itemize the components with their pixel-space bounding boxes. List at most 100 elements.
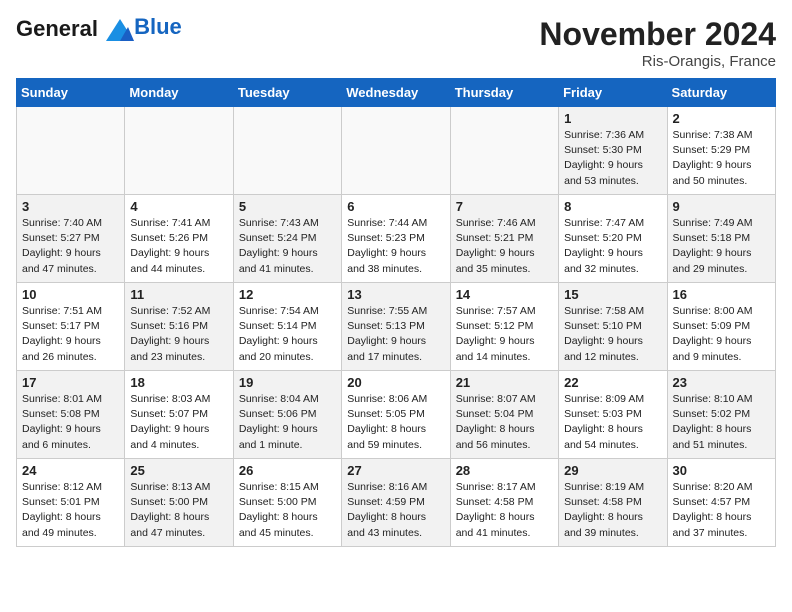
day-number: 14 — [456, 287, 553, 302]
day-number: 5 — [239, 199, 336, 214]
logo-icon — [106, 19, 134, 41]
calendar-cell: 16 Sunrise: 8:00 AM Sunset: 5:09 PM Dayli… — [667, 283, 775, 371]
day-number: 2 — [673, 111, 770, 126]
calendar-cell: 20 Sunrise: 8:06 AM Sunset: 5:05 PM Dayli… — [342, 371, 450, 459]
calendar-cell: 29Sunrise: 8:19 AM Sunset: 4:58 PM Dayli… — [559, 459, 667, 547]
day-number: 24 — [22, 463, 119, 478]
calendar-cell: 5 Sunrise: 7:43 AM Sunset: 5:24 PM Daylig… — [233, 195, 341, 283]
calendar-cell: 14 Sunrise: 7:57 AM Sunset: 5:12 PM Dayli… — [450, 283, 558, 371]
day-info: Sunrise: 7:47 AM Sunset: 5:20 PM Dayligh… — [564, 216, 661, 277]
location: Ris-Orangis, France — [539, 53, 776, 70]
calendar-cell: 9 Sunrise: 7:49 AM Sunset: 5:18 PM Daylig… — [667, 195, 775, 283]
title-block: November 2024 Ris-Orangis, France — [539, 16, 776, 70]
calendar-cell: 23 Sunrise: 8:10 AM Sunset: 5:02 PM Dayli… — [667, 371, 775, 459]
day-info: Sunrise: 8:17 AM Sunset: 4:58 PM Dayligh… — [456, 480, 553, 541]
day-number: 20 — [347, 375, 444, 390]
calendar-cell: 8 Sunrise: 7:47 AM Sunset: 5:20 PM Daylig… — [559, 195, 667, 283]
day-info: Sunrise: 8:03 AM Sunset: 5:07 PM Dayligh… — [130, 392, 227, 453]
day-number: 4 — [130, 199, 227, 214]
weekday-header-friday: Friday — [559, 79, 667, 107]
calendar-cell — [342, 107, 450, 195]
day-info: Sunrise: 8:04 AM Sunset: 5:06 PM Dayligh… — [239, 392, 336, 453]
day-number: 10 — [22, 287, 119, 302]
calendar-cell: 27 Sunrise: 8:16 AM Sunset: 4:59 PM Dayli… — [342, 459, 450, 547]
day-number: 9 — [673, 199, 770, 214]
day-info: Sunrise: 8:19 AM Sunset: 4:58 PM Dayligh… — [564, 480, 661, 541]
calendar-cell: 2Sunrise: 7:38 AM Sunset: 5:29 PM Daylig… — [667, 107, 775, 195]
day-info: Sunrise: 8:00 AM Sunset: 5:09 PM Dayligh… — [673, 304, 770, 365]
day-number: 1 — [564, 111, 661, 126]
day-number: 3 — [22, 199, 119, 214]
calendar-cell: 18Sunrise: 8:03 AM Sunset: 5:07 PM Dayli… — [125, 371, 233, 459]
day-info: Sunrise: 7:49 AM Sunset: 5:18 PM Dayligh… — [673, 216, 770, 277]
weekday-header-monday: Monday — [125, 79, 233, 107]
calendar-cell: 12Sunrise: 7:54 AM Sunset: 5:14 PM Dayli… — [233, 283, 341, 371]
day-number: 17 — [22, 375, 119, 390]
day-number: 8 — [564, 199, 661, 214]
calendar-cell: 17 Sunrise: 8:01 AM Sunset: 5:08 PM Dayli… — [17, 371, 125, 459]
calendar-cell: 22 Sunrise: 8:09 AM Sunset: 5:03 PM Dayli… — [559, 371, 667, 459]
calendar-cell: 13 Sunrise: 7:55 AM Sunset: 5:13 PM Dayli… — [342, 283, 450, 371]
calendar-cell — [450, 107, 558, 195]
calendar-cell — [233, 107, 341, 195]
day-number: 23 — [673, 375, 770, 390]
calendar-cell: 24 Sunrise: 8:12 AM Sunset: 5:01 PM Dayli… — [17, 459, 125, 547]
weekday-header-tuesday: Tuesday — [233, 79, 341, 107]
day-number: 11 — [130, 287, 227, 302]
day-info: Sunrise: 8:09 AM Sunset: 5:03 PM Dayligh… — [564, 392, 661, 453]
day-number: 22 — [564, 375, 661, 390]
calendar-cell: 19 Sunrise: 8:04 AM Sunset: 5:06 PM Dayli… — [233, 371, 341, 459]
day-info: Sunrise: 8:10 AM Sunset: 5:02 PM Dayligh… — [673, 392, 770, 453]
day-number: 19 — [239, 375, 336, 390]
day-info: Sunrise: 8:12 AM Sunset: 5:01 PM Dayligh… — [22, 480, 119, 541]
day-info: Sunrise: 7:41 AM Sunset: 5:26 PM Dayligh… — [130, 216, 227, 277]
day-number: 30 — [673, 463, 770, 478]
day-info: Sunrise: 7:51 AM Sunset: 5:17 PM Dayligh… — [22, 304, 119, 365]
day-number: 16 — [673, 287, 770, 302]
day-info: Sunrise: 7:58 AM Sunset: 5:10 PM Dayligh… — [564, 304, 661, 365]
day-number: 21 — [456, 375, 553, 390]
day-number: 25 — [130, 463, 227, 478]
day-info: Sunrise: 8:20 AM Sunset: 4:57 PM Dayligh… — [673, 480, 770, 541]
logo: General Blue — [16, 16, 182, 41]
weekday-header-row: SundayMondayTuesdayWednesdayThursdayFrid… — [17, 79, 776, 107]
day-info: Sunrise: 8:01 AM Sunset: 5:08 PM Dayligh… — [22, 392, 119, 453]
day-number: 12 — [239, 287, 336, 302]
calendar-week-row: 10 Sunrise: 7:51 AM Sunset: 5:17 PM Dayli… — [17, 283, 776, 371]
day-info: Sunrise: 7:36 AM Sunset: 5:30 PM Dayligh… — [564, 128, 661, 189]
day-info: Sunrise: 7:44 AM Sunset: 5:23 PM Dayligh… — [347, 216, 444, 277]
calendar-cell: 26 Sunrise: 8:15 AM Sunset: 5:00 PM Dayli… — [233, 459, 341, 547]
calendar-cell: 7Sunrise: 7:46 AM Sunset: 5:21 PM Daylig… — [450, 195, 558, 283]
day-number: 13 — [347, 287, 444, 302]
calendar-cell: 28 Sunrise: 8:17 AM Sunset: 4:58 PM Dayli… — [450, 459, 558, 547]
weekday-header-saturday: Saturday — [667, 79, 775, 107]
calendar-cell: 15 Sunrise: 7:58 AM Sunset: 5:10 PM Dayli… — [559, 283, 667, 371]
day-info: Sunrise: 7:57 AM Sunset: 5:12 PM Dayligh… — [456, 304, 553, 365]
calendar-cell: 1 Sunrise: 7:36 AM Sunset: 5:30 PM Daylig… — [559, 107, 667, 195]
calendar-cell: 10 Sunrise: 7:51 AM Sunset: 5:17 PM Dayli… — [17, 283, 125, 371]
day-info: Sunrise: 8:16 AM Sunset: 4:59 PM Dayligh… — [347, 480, 444, 541]
day-info: Sunrise: 7:46 AM Sunset: 5:21 PM Dayligh… — [456, 216, 553, 277]
calendar-week-row: 24 Sunrise: 8:12 AM Sunset: 5:01 PM Dayli… — [17, 459, 776, 547]
weekday-header-sunday: Sunday — [17, 79, 125, 107]
weekday-header-wednesday: Wednesday — [342, 79, 450, 107]
calendar-cell: 21 Sunrise: 8:07 AM Sunset: 5:04 PM Dayli… — [450, 371, 558, 459]
calendar-week-row: 1 Sunrise: 7:36 AM Sunset: 5:30 PM Daylig… — [17, 107, 776, 195]
calendar-cell: 11Sunrise: 7:52 AM Sunset: 5:16 PM Dayli… — [125, 283, 233, 371]
day-info: Sunrise: 7:43 AM Sunset: 5:24 PM Dayligh… — [239, 216, 336, 277]
day-info: Sunrise: 8:15 AM Sunset: 5:00 PM Dayligh… — [239, 480, 336, 541]
day-info: Sunrise: 8:06 AM Sunset: 5:05 PM Dayligh… — [347, 392, 444, 453]
day-number: 6 — [347, 199, 444, 214]
calendar-cell: 30 Sunrise: 8:20 AM Sunset: 4:57 PM Dayli… — [667, 459, 775, 547]
day-info: Sunrise: 8:13 AM Sunset: 5:00 PM Dayligh… — [130, 480, 227, 541]
calendar-cell: 4 Sunrise: 7:41 AM Sunset: 5:26 PM Daylig… — [125, 195, 233, 283]
day-number: 28 — [456, 463, 553, 478]
day-info: Sunrise: 7:40 AM Sunset: 5:27 PM Dayligh… — [22, 216, 119, 277]
day-number: 15 — [564, 287, 661, 302]
page-header: General Blue November 2024 Ris-Orangis, … — [16, 16, 776, 70]
day-number: 27 — [347, 463, 444, 478]
month-title: November 2024 — [539, 16, 776, 53]
day-info: Sunrise: 8:07 AM Sunset: 5:04 PM Dayligh… — [456, 392, 553, 453]
day-number: 26 — [239, 463, 336, 478]
day-info: Sunrise: 7:55 AM Sunset: 5:13 PM Dayligh… — [347, 304, 444, 365]
